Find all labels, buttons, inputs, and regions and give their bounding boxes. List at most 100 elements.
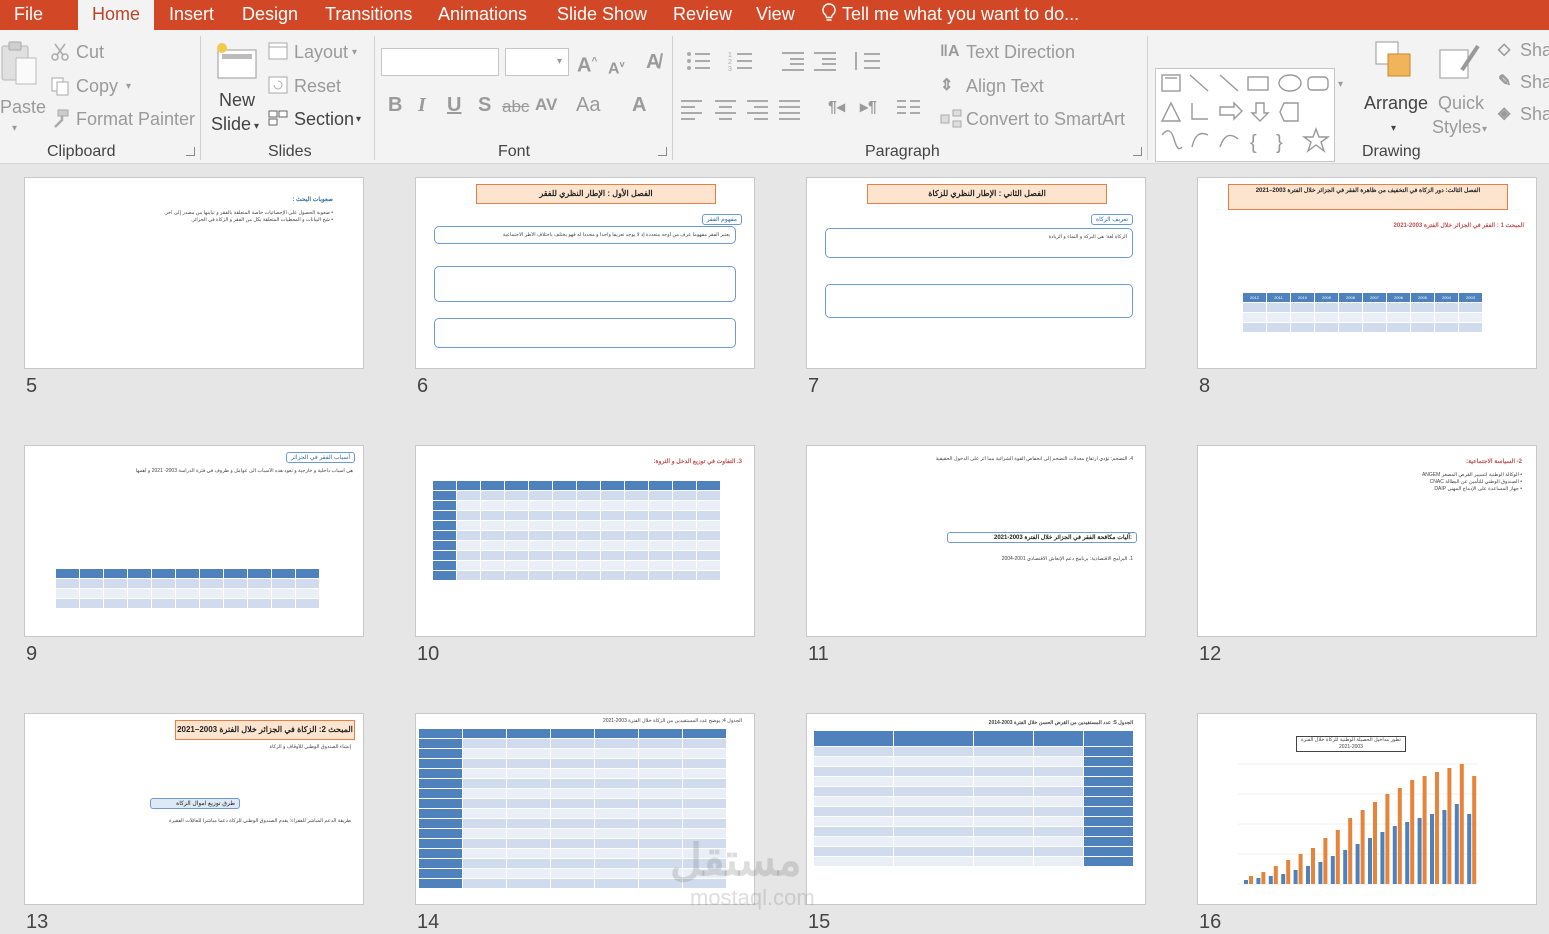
align-center-icon[interactable] [714, 98, 738, 120]
slide-thumbnail-16[interactable]: تطور مداخيل الحصيلة الوطنية للزكاة خلال … [1197, 713, 1537, 905]
slide-thumbnail-13[interactable]: المبحث 2: الزكاة في الجزائر خلال الفترة … [24, 713, 364, 905]
shape-outline-button[interactable]: ✎ Sha [1498, 70, 1549, 94]
slide-text-box [434, 318, 736, 348]
chart-bar [1323, 838, 1328, 884]
slide-thumbnail-5[interactable]: صعوبات البحث : • صعوبة الحصول على الإحصا… [24, 177, 364, 369]
font-color-icon[interactable]: A [632, 93, 646, 117]
tab-home[interactable]: Home [78, 0, 154, 31]
shapes-gallery-icons: { } [1160, 74, 1331, 154]
new-slide-dropdown-icon: ▾ [254, 121, 260, 132]
italic-icon[interactable]: I [418, 93, 426, 117]
slide-data-table [813, 730, 1134, 867]
chart-bar [1435, 772, 1439, 884]
shape-effects-label: Sha [1520, 104, 1549, 124]
slide-number: 15 [808, 911, 831, 933]
increase-font-size-icon[interactable]: A^ [577, 50, 597, 78]
justify-icon[interactable] [778, 98, 802, 120]
copy-button[interactable]: Copy ▾ [50, 74, 140, 98]
shapes-gallery[interactable]: { } [1155, 68, 1335, 162]
shapes-scroll-icon[interactable]: ▾ [1338, 74, 1343, 96]
slide-thumbnail-9[interactable]: أسباب الفقر في الجزائر هي أسباب داخلية و… [24, 445, 364, 637]
align-left-icon[interactable] [680, 98, 704, 120]
section-button[interactable]: Section ▾ [268, 107, 368, 131]
slide-thumbnail-15[interactable]: الجدول 5: عدد المستفيدين من القرض الحسن … [806, 713, 1146, 905]
bullets-icon[interactable] [686, 50, 716, 72]
slide-heading: المبحث 1 : الفقر في الجزائر خلال الفترة … [1393, 223, 1524, 229]
ltr-icon[interactable]: ¶◂ [828, 96, 845, 120]
tab-review[interactable]: Review [673, 0, 732, 30]
slide-thumbnail-11[interactable]: 4. التضخم: تؤدي ارتفاع معدلات التضخم إلى… [806, 445, 1146, 637]
new-slide-label-1: New [219, 90, 256, 110]
line-spacing-icon[interactable] [852, 50, 882, 72]
tell-me-box[interactable]: Tell me what you want to do... [820, 0, 1079, 30]
tab-view[interactable]: View [756, 0, 795, 30]
chart-bar [1306, 866, 1310, 884]
bold-icon[interactable]: B [388, 93, 402, 117]
align-text-icon: ⇕ [940, 77, 954, 94]
tab-file[interactable]: File [14, 0, 43, 30]
paintbrush-icon [54, 109, 69, 128]
tab-transitions[interactable]: Transitions [325, 0, 412, 30]
tab-animations[interactable]: Animations [438, 0, 527, 30]
decrease-indent-icon[interactable] [780, 50, 806, 72]
slide-thumbnail-7[interactable]: الفصل الثاني : الإطار النظري للزكاة تعري… [806, 177, 1146, 369]
numbering-icon[interactable]: 123 [728, 50, 758, 72]
slide-number: 8 [1199, 375, 1211, 397]
paragraph-dialog-launcher-icon[interactable] [1133, 147, 1142, 156]
slide-thumbnail-8[interactable]: الفصل الثالث: دور الزكاة في التخفيف من ظ… [1197, 177, 1537, 369]
cut-button[interactable]: Cut [50, 40, 130, 64]
new-slide-label-2: Slide [211, 114, 252, 134]
convert-smartart-button[interactable]: Convert to SmartArt [940, 107, 1150, 131]
chart-bar [1454, 804, 1459, 884]
columns-icon[interactable] [896, 98, 922, 120]
slide-number: 5 [26, 375, 38, 397]
layout-button[interactable]: Layout ▾ [268, 40, 368, 64]
tab-slide-show[interactable]: Slide Show [557, 0, 647, 30]
chart-bar [1422, 776, 1427, 884]
watermark-url: mostaql.com [690, 885, 815, 910]
character-spacing-icon[interactable]: AV [535, 93, 557, 117]
quick-styles-button[interactable]: Quick Styles ▾ [1432, 36, 1492, 140]
tab-design[interactable]: Design [242, 0, 298, 30]
svg-text:1: 1 [728, 52, 732, 59]
align-right-icon[interactable] [746, 98, 770, 120]
chart-bar [1405, 822, 1410, 884]
shadow-icon[interactable]: S [478, 93, 491, 117]
slide-body: الزكاة لغة: هي البركة و النماء و الزيادة [1048, 234, 1127, 240]
slide-title: الفصل الثاني : الإطار النظري للزكاة [867, 184, 1107, 204]
change-case-icon[interactable]: Aa [576, 93, 600, 117]
chart-bar [1273, 866, 1278, 884]
clear-formatting-icon[interactable]: A̸ [646, 50, 660, 74]
new-slide-button[interactable]: New Slide ▾ [208, 36, 268, 140]
slide-thumbnail-12[interactable]: 2- السياسة الاجتماعية: • الوكالة الوطنية… [1197, 445, 1537, 637]
slide-text-box [825, 284, 1133, 318]
font-name-combobox[interactable] [381, 48, 499, 76]
tab-insert[interactable]: Insert [169, 0, 214, 30]
arrange-icon [1375, 41, 1411, 77]
reset-label: Reset [294, 76, 342, 96]
slide-thumbnail-10[interactable]: 3. التفاوت في توزيع الدخل و الثروة: [415, 445, 755, 637]
paste-button[interactable]: Paste ▾ [0, 36, 46, 136]
effects-icon: ◈ [1498, 105, 1511, 122]
clipboard-dialog-launcher-icon[interactable] [186, 147, 195, 156]
slide-number: 9 [26, 643, 38, 665]
slide-title: الفصل الثالث: دور الزكاة في التخفيف من ظ… [1228, 184, 1508, 210]
arrange-button[interactable]: Arrange ▾ [1362, 36, 1432, 140]
slide-number: 6 [417, 375, 429, 397]
decrease-font-size-icon[interactable]: Av [608, 52, 625, 81]
underline-icon[interactable]: U [447, 93, 461, 117]
reset-button[interactable]: Reset [268, 74, 348, 98]
text-direction-button[interactable]: ‖A Text Direction [940, 40, 1100, 64]
align-text-button[interactable]: ⇕ Align Text [940, 74, 1090, 98]
strikethrough-icon[interactable]: abc [502, 95, 529, 119]
shape-effects-button[interactable]: ◈ Sha [1498, 102, 1549, 126]
shape-fill-button[interactable]: ◇ Sha [1498, 38, 1549, 62]
section-label: Section [294, 109, 355, 129]
slides-group-label: Slides [268, 143, 312, 160]
rtl-icon[interactable]: ▸¶ [860, 96, 877, 120]
format-painter-button[interactable]: Format Painter [50, 107, 195, 131]
increase-indent-icon[interactable] [812, 50, 838, 72]
slide-thumbnail-6[interactable]: الفصل الأول : الإطار النظري للفقر مفهوم … [415, 177, 755, 369]
slide-number: 11 [808, 643, 829, 665]
font-dialog-launcher-icon[interactable] [658, 147, 667, 156]
